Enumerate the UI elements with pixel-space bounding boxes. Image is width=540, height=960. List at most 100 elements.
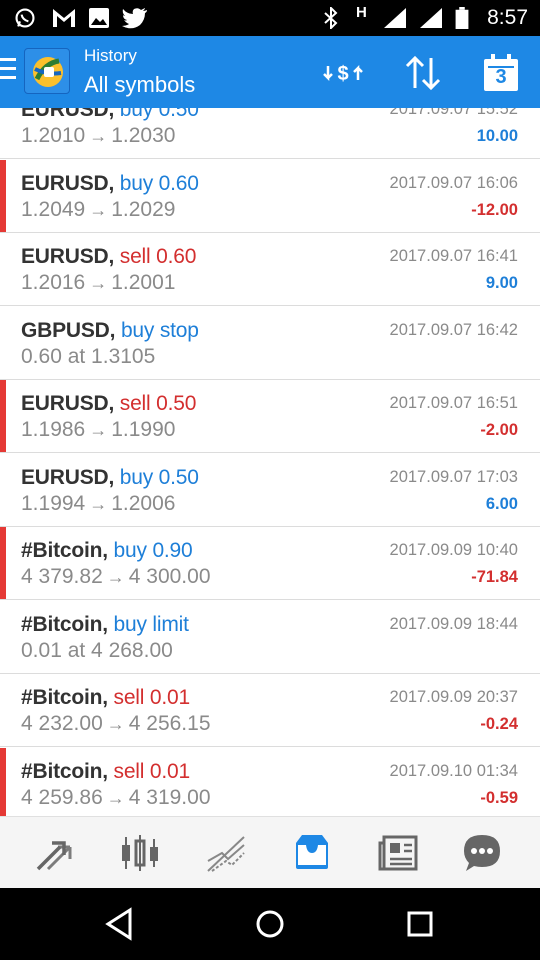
battery-icon	[455, 7, 469, 29]
trade-time: 2017.09.07 16:41	[389, 247, 518, 265]
trade-direction: buy	[113, 539, 147, 562]
trade-symbol: EURUSD	[21, 392, 109, 415]
trade-prices: 4 259.86 → 4 319.00	[21, 786, 211, 810]
trade-direction: sell	[119, 392, 151, 415]
symbol-filter[interactable]: All symbols	[84, 72, 195, 98]
trade-prices: 1.1994 → 1.2006	[21, 492, 175, 516]
trade-time: 2017.09.07 16:06	[389, 173, 518, 192]
order-detail: 0.60 at 1.3105	[21, 344, 156, 368]
chat-icon[interactable]	[460, 831, 504, 875]
trade-prices: 1.2049 → 1.2029	[21, 198, 175, 222]
trade-symbol: #Bitcoin	[21, 759, 103, 783]
trade-row[interactable]: #Bitcoin, buy 0.90 4 379.82 → 4 300.00 2017.…	[0, 527, 540, 600]
trade-time: 2017.09.07 17:03	[389, 467, 518, 486]
arrow-right-icon: →	[89, 420, 108, 440]
trade-time: 2017.09.09 20:37	[389, 688, 518, 706]
arrow-right-icon: →	[89, 493, 108, 514]
app-bar: History All symbols $ 3	[0, 36, 540, 108]
status-time: 8:57	[487, 6, 528, 29]
open-price: 1.1986	[21, 418, 86, 441]
trade-profit: 9.00	[485, 274, 518, 292]
whatsapp-icon	[15, 8, 35, 28]
trade-direction: sell	[113, 759, 145, 783]
history-list[interactable]: EURUSD, buy 0.50 1.2010 → 1.2030 2017.09.07 …	[0, 108, 540, 816]
trade-direction: buy	[119, 465, 154, 489]
trade-row[interactable]: EURUSD, sell 0.50 1.1986 → 1.1990 2017.09.07…	[0, 380, 540, 453]
menu-button[interactable]	[0, 58, 16, 86]
trade-time: 2017.09.07 16:51	[389, 394, 518, 412]
trade-title: EURUSD, buy 0.60	[21, 171, 199, 195]
news-icon[interactable]	[376, 831, 420, 875]
trade-row[interactable]: #Bitcoin, sell 0.01 4 232.00 → 4 256.15 2017…	[0, 674, 540, 747]
close-price: 1.1990	[111, 418, 176, 441]
trade-prices: 0.01 at 4 268.00	[21, 639, 173, 663]
trade-row[interactable]: EURUSD, sell 0.60 1.2016 → 1.2001 2017.09.07…	[0, 233, 540, 306]
trade-row[interactable]: EURUSD, buy 0.60 1.2049 → 1.2029 2017.09.07 …	[0, 159, 540, 233]
loss-marker	[0, 527, 6, 599]
trade-title: #Bitcoin, sell 0.01	[21, 686, 190, 709]
gmail-icon	[53, 9, 75, 27]
trade-volume: 0.60	[158, 171, 199, 195]
calendar-button[interactable]: 3	[480, 52, 522, 94]
gallery-icon	[89, 8, 109, 28]
trade-volume: 0.50	[158, 108, 199, 121]
swap-symbols-icon[interactable]: $	[322, 52, 364, 94]
svg-text:$: $	[337, 63, 348, 85]
trade-symbol: #Bitcoin	[21, 539, 103, 562]
open-price: 1.1994	[21, 491, 86, 515]
trade-icon[interactable]	[204, 831, 248, 875]
network-type-label: H	[356, 4, 367, 21]
close-price: 4 319.00	[128, 785, 211, 809]
quotes-icon[interactable]	[32, 831, 76, 875]
trade-direction: buy	[119, 108, 154, 121]
bluetooth-icon	[324, 7, 338, 29]
trade-symbol: #Bitcoin	[21, 686, 103, 709]
trade-prices: 4 379.82 → 4 300.00	[21, 565, 211, 589]
arrow-right-icon: →	[89, 126, 108, 146]
close-price: 1.2030	[111, 124, 176, 147]
trade-title: EURUSD, buy 0.50	[21, 108, 199, 122]
trade-title: GBPUSD, buy stop	[21, 318, 199, 342]
signal-icon	[384, 8, 406, 28]
trade-profit: -2.00	[480, 421, 518, 439]
trade-direction: buy stop	[120, 318, 199, 342]
trade-time: 2017.09.07 16:42	[389, 320, 518, 339]
trade-title: #Bitcoin, buy limit	[21, 612, 189, 636]
trade-prices: 1.2016 → 1.2001	[21, 271, 175, 295]
trade-row[interactable]: GBPUSD, buy stop 0.60 at 1.3105 2017.09.07…	[0, 306, 540, 380]
trade-time: 2017.09.09 18:44	[389, 614, 518, 633]
chart-icon[interactable]	[118, 831, 162, 875]
sort-icon[interactable]	[402, 52, 444, 94]
close-price: 1.2029	[111, 197, 176, 221]
bottom-navigation	[0, 816, 540, 888]
recents-icon[interactable]	[398, 902, 442, 946]
close-price: 4 300.00	[128, 565, 211, 588]
signal-icon	[420, 8, 442, 28]
home-icon[interactable]	[248, 902, 292, 946]
trade-row[interactable]: EURUSD, buy 0.50 1.2010 → 1.2030 2017.09.07 …	[0, 108, 540, 159]
trade-symbol: EURUSD	[21, 108, 109, 121]
trade-row[interactable]: #Bitcoin, sell 0.01 4 259.86 → 4 319.00 2017…	[0, 747, 540, 816]
history-icon[interactable]	[290, 831, 334, 875]
loss-marker	[0, 747, 6, 816]
metatrader-logo-icon	[33, 57, 63, 87]
trade-volume: 0.01	[149, 759, 190, 783]
trade-row[interactable]: EURUSD, buy 0.50 1.1994 → 1.2006 2017.09.07 …	[0, 453, 540, 527]
trade-time: 2017.09.09 10:40	[389, 541, 518, 559]
open-price: 4 232.00	[21, 712, 103, 735]
trade-direction: sell	[119, 245, 151, 268]
trade-title: #Bitcoin, buy 0.90	[21, 539, 193, 562]
open-price: 1.2049	[21, 197, 86, 221]
trade-volume: 0.90	[152, 539, 193, 562]
trade-volume: 0.01	[149, 686, 190, 709]
trade-symbol: GBPUSD	[21, 318, 110, 342]
trade-volume: 0.50	[158, 465, 199, 489]
trade-prices: 0.60 at 1.3105	[21, 345, 155, 369]
trade-profit: -0.24	[480, 715, 518, 733]
trade-title: EURUSD, buy 0.50	[21, 465, 199, 489]
trade-time: 2017.09.10 01:34	[389, 761, 518, 780]
back-icon[interactable]	[98, 902, 142, 946]
trade-row[interactable]: #Bitcoin, buy limit 0.01 at 4 268.00 2017.…	[0, 600, 540, 674]
app-logo	[24, 48, 70, 94]
trade-direction: buy	[119, 171, 154, 195]
